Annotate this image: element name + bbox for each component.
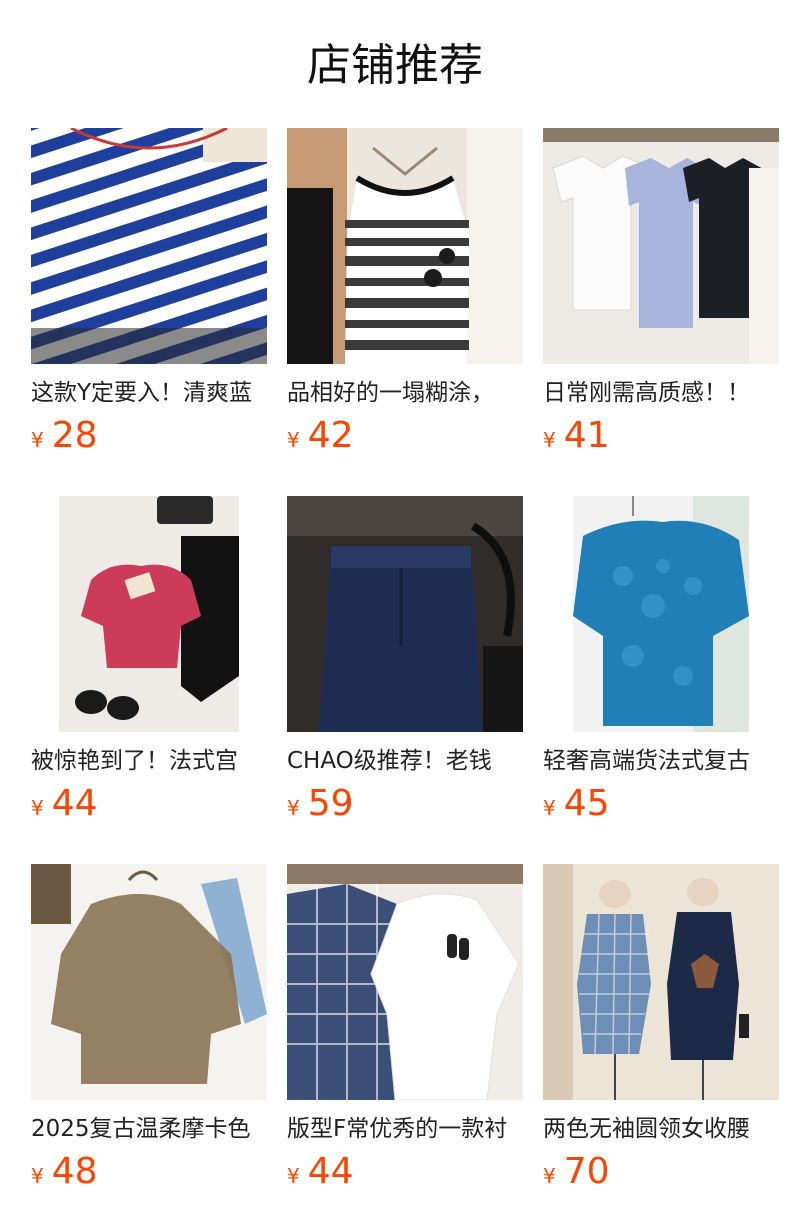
- product-price: ¥41: [543, 416, 779, 456]
- price-value: 45: [563, 783, 610, 824]
- product-image[interactable]: [287, 128, 523, 364]
- product-image[interactable]: [31, 128, 267, 364]
- product-image[interactable]: [287, 496, 523, 732]
- currency-symbol: ¥: [287, 796, 300, 820]
- product-price: ¥28: [31, 416, 267, 456]
- product-price: ¥42: [287, 416, 523, 456]
- product-price: ¥44: [31, 784, 267, 824]
- product-name[interactable]: CHAO级推荐！老钱: [287, 746, 523, 776]
- blue-lace-top-photo: [543, 496, 779, 732]
- price-value: 44: [307, 1151, 354, 1192]
- knit-vest-photo: [287, 128, 523, 364]
- product-image[interactable]: [287, 864, 523, 1100]
- price-value: 48: [51, 1151, 98, 1192]
- product-image[interactable]: [31, 864, 267, 1100]
- product-card[interactable]: 日常刚需高质感！！ ¥41: [543, 128, 779, 456]
- product-name[interactable]: 这款Y定要入！清爽蓝: [31, 378, 267, 408]
- product-name[interactable]: 2025复古温柔摩卡色: [31, 1114, 267, 1144]
- white-blouse-photo: [287, 864, 523, 1100]
- section-title: 店铺推荐: [307, 40, 483, 91]
- tshirts-photo: [543, 128, 779, 364]
- currency-symbol: ¥: [543, 796, 556, 820]
- product-card[interactable]: 被惊艳到了！法式宫 ¥44: [31, 496, 267, 824]
- product-image[interactable]: [543, 864, 779, 1100]
- price-value: 44: [51, 783, 98, 824]
- price-value: 41: [563, 415, 610, 456]
- product-image[interactable]: [31, 496, 267, 732]
- currency-symbol: ¥: [543, 1164, 556, 1188]
- currency-symbol: ¥: [287, 428, 300, 452]
- product-name[interactable]: 两色无袖圆领女收腰: [543, 1114, 779, 1144]
- currency-symbol: ¥: [31, 796, 44, 820]
- sleeveless-dress-photo: [543, 864, 779, 1100]
- product-name[interactable]: 版型F常优秀的一款衬: [287, 1114, 523, 1144]
- product-price: ¥44: [287, 1152, 523, 1192]
- product-name[interactable]: 轻奢高端货法式复古: [543, 746, 779, 776]
- currency-symbol: ¥: [287, 1164, 300, 1188]
- product-card[interactable]: 轻奢高端货法式复古 ¥45: [543, 496, 779, 824]
- product-price: ¥48: [31, 1152, 267, 1192]
- product-name[interactable]: 被惊艳到了！法式宫: [31, 746, 267, 776]
- striped-top-photo: [31, 128, 267, 364]
- product-name[interactable]: 日常刚需高质感！！: [543, 378, 779, 408]
- price-value: 28: [51, 415, 98, 456]
- product-price: ¥45: [543, 784, 779, 824]
- product-image[interactable]: [543, 128, 779, 364]
- product-price: ¥59: [287, 784, 523, 824]
- product-card[interactable]: 品相好的一塌糊涂， ¥42: [287, 128, 523, 456]
- denim-skirt-photo: [287, 496, 523, 732]
- product-card[interactable]: 版型F常优秀的一款衬 ¥44: [287, 864, 523, 1192]
- currency-symbol: ¥: [31, 1164, 44, 1188]
- product-card[interactable]: 2025复古温柔摩卡色 ¥48: [31, 864, 267, 1192]
- product-card[interactable]: CHAO级推荐！老钱 ¥59: [287, 496, 523, 824]
- product-price: ¥70: [543, 1152, 779, 1192]
- product-card[interactable]: 两色无袖圆领女收腰 ¥70: [543, 864, 779, 1192]
- price-value: 70: [563, 1151, 610, 1192]
- product-card[interactable]: 这款Y定要入！清爽蓝 ¥28: [31, 128, 267, 456]
- currency-symbol: ¥: [31, 428, 44, 452]
- currency-symbol: ¥: [543, 428, 556, 452]
- product-name[interactable]: 品相好的一塌糊涂，: [287, 378, 523, 408]
- product-image[interactable]: [543, 496, 779, 732]
- mocha-shirt-photo: [31, 864, 267, 1100]
- price-value: 42: [307, 415, 354, 456]
- pink-cardigan-photo: [31, 496, 267, 732]
- price-value: 59: [307, 783, 354, 824]
